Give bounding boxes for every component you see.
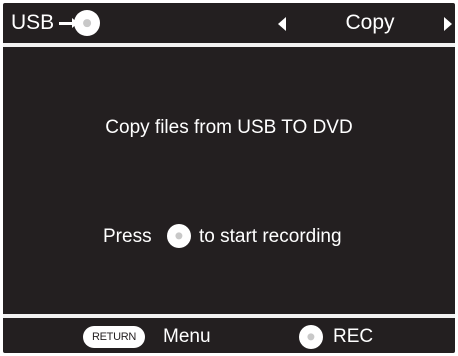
mode-selector-value[interactable]: Copy: [325, 11, 415, 35]
arrow-right-icon: [59, 18, 78, 28]
next-mode-icon[interactable]: [444, 17, 452, 31]
header-divider: [3, 43, 455, 47]
header-bar: USB Copy: [3, 3, 455, 43]
menu-label: Menu: [163, 326, 211, 347]
copy-screen: USB Copy Copy files from USB TO DVD Pres…: [3, 3, 455, 353]
instruction-prefix: Press: [103, 226, 152, 247]
disc-icon: [74, 10, 100, 36]
rec-button-icon: [167, 224, 191, 248]
return-button[interactable]: RETURN: [83, 326, 145, 348]
rec-button-icon[interactable]: [299, 325, 323, 349]
footer-divider: [3, 314, 455, 318]
rec-label: REC: [333, 326, 374, 347]
previous-mode-icon[interactable]: [278, 17, 286, 31]
instruction-suffix: to start recording: [199, 226, 342, 247]
copy-message: Copy files from USB TO DVD: [105, 117, 353, 138]
source-label: USB: [11, 11, 55, 34]
